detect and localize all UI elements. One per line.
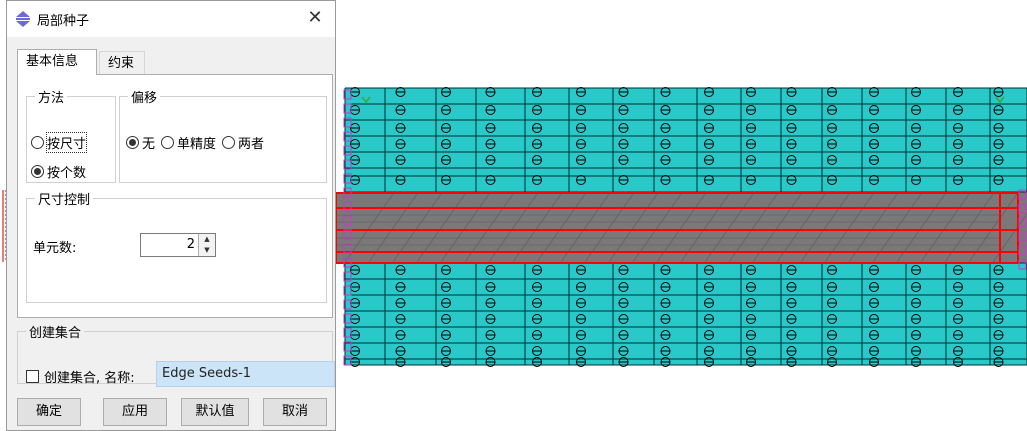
close-icon: ✕: [307, 7, 323, 28]
set-name-input[interactable]: Edge Seeds-1: [156, 361, 335, 387]
sizing-controls-group: 尺寸控制 单元数: 2 ▲ ▼: [26, 189, 327, 303]
radio-by-number[interactable]: 按个数: [31, 162, 86, 181]
spinner-buttons: ▲ ▼: [198, 234, 215, 256]
create-set-checkbox-label: 创建集合, 名称:: [44, 371, 135, 386]
apply-button[interactable]: 应用: [103, 398, 167, 426]
tab-constraints[interactable]: 约束: [99, 51, 145, 75]
element-count-label: 单元数:: [33, 241, 77, 256]
sizing-legend: 尺寸控制: [38, 193, 91, 208]
bias-group: 偏移 无 单精度 两者: [119, 87, 327, 183]
radio-by-number-label: 按个数: [47, 166, 87, 181]
spinner-down-icon[interactable]: ▼: [199, 245, 215, 256]
local-seeds-dialog: 局部种子 ✕ 基本信息 约束 方法 按尺寸 按个数 偏移 无 单精度 两者 尺寸…: [6, 0, 336, 431]
dialog-title: 局部种子: [37, 14, 90, 29]
dialog-titlebar: 局部种子 ✕: [7, 1, 335, 37]
defaults-button[interactable]: 默认值: [181, 398, 249, 426]
element-count-spinner[interactable]: 2 ▲ ▼: [140, 233, 216, 257]
ok-button[interactable]: 确定: [17, 398, 81, 426]
radio-by-size-label: 按尺寸: [45, 132, 88, 153]
radio-bias-single-label[interactable]: 单精度: [177, 133, 216, 152]
cancel-button[interactable]: 取消: [263, 398, 327, 426]
lower-mesh-region: [345, 263, 1027, 365]
radio-bias-double-indicator[interactable]: [222, 136, 236, 149]
method-group: 方法 按尺寸 按个数: [26, 87, 116, 183]
app-logo-icon: [16, 11, 30, 27]
method-legend: 方法: [38, 91, 65, 106]
bias-options: 无 单精度 两者: [126, 133, 264, 152]
element-count-value[interactable]: 2: [187, 237, 195, 252]
create-set-legend: 创建集合: [29, 326, 82, 341]
bias-legend: 偏移: [131, 91, 158, 106]
radio-by-size[interactable]: 按尺寸: [31, 132, 88, 153]
create-set-group: 创建集合 创建集合, 名称: Edge Seeds-1: [17, 322, 335, 387]
radio-bias-double-label[interactable]: 两者: [238, 133, 264, 152]
basic-info-panel: 方法 按尺寸 按个数 偏移 无 单精度 两者 尺寸控制 单元数: 2 ▲ ▼: [17, 74, 333, 318]
radio-bias-none-label[interactable]: 无: [142, 133, 155, 152]
close-button[interactable]: ✕: [295, 1, 335, 37]
radio-by-size-indicator[interactable]: [31, 136, 44, 149]
tab-basic-info[interactable]: 基本信息: [17, 49, 97, 75]
create-set-checkbox[interactable]: [26, 370, 39, 383]
create-set-checkbox-row[interactable]: 创建集合, 名称:: [26, 367, 135, 386]
radio-bias-none-indicator[interactable]: [126, 136, 139, 149]
radio-by-number-indicator[interactable]: [31, 165, 44, 178]
radio-bias-single-indicator[interactable]: [161, 136, 175, 149]
